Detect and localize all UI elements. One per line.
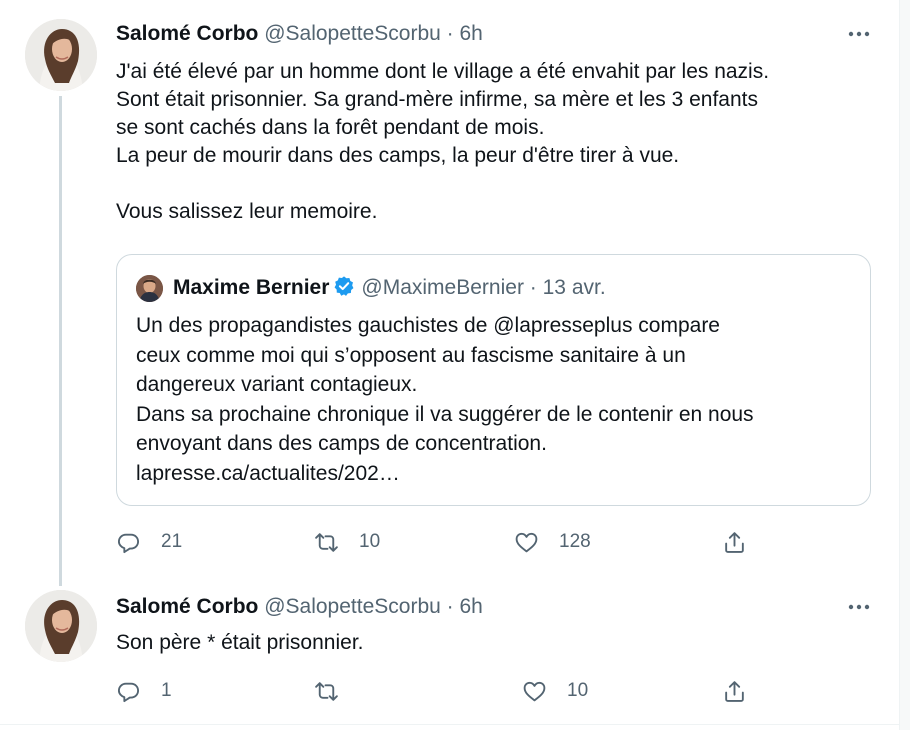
- tweet-text-line: Sont était prisonnier. Sa grand-mère inf…: [116, 88, 758, 111]
- reply-button[interactable]: 21: [116, 527, 182, 557]
- tweet-text-line: Son père * était prisonnier.: [116, 631, 364, 654]
- share-icon: [722, 679, 747, 704]
- tweet-text: Son père * était prisonnier.: [116, 629, 364, 657]
- timestamp[interactable]: 6h: [459, 595, 482, 618]
- timestamp[interactable]: 6h: [459, 22, 482, 45]
- thread-line: [59, 96, 62, 586]
- like-button[interactable]: 10: [522, 676, 588, 706]
- reply-icon: [116, 679, 141, 704]
- reply-count: 1: [161, 680, 172, 701]
- quote-author-name: Maxime Bernier: [173, 276, 330, 299]
- tweet-text: J'ai été élevé par un homme dont le vill…: [116, 58, 769, 226]
- tweet[interactable]: Salomé Corbo @SalopetteScorbu · 6h J'ai …: [0, 0, 900, 590]
- scrollbar-track[interactable]: [899, 0, 910, 730]
- quote-text-line: ceux comme moi qui s’opposent au fascism…: [136, 343, 686, 367]
- tweet-header: Salomé Corbo @SalopetteScorbu · 6h: [116, 20, 483, 48]
- tweet-actions: 21 10 128: [116, 527, 796, 557]
- quote-link[interactable]: lapresse.ca/actualites/202…: [136, 459, 754, 489]
- quote-author-handle: @MaximeBernier: [361, 276, 524, 299]
- like-button[interactable]: 128: [514, 527, 591, 557]
- separator-dot: ·: [446, 22, 454, 45]
- quote-header: Maxime Bernier @MaximeBernier · 13 avr.: [173, 272, 606, 304]
- tweet-text-line: se sont cachés dans la forêt pendant de …: [116, 116, 545, 139]
- tweet-text-line: J'ai été élevé par un homme dont le vill…: [116, 60, 770, 83]
- share-button[interactable]: [722, 527, 747, 557]
- tweet-actions: 1 10: [116, 676, 796, 706]
- reply-count: 21: [161, 531, 183, 552]
- reply-button[interactable]: 1: [116, 676, 172, 706]
- retweet-icon: [314, 530, 339, 555]
- quote-text-line: Dans sa prochaine chronique il va suggér…: [136, 402, 754, 426]
- reply-icon: [116, 530, 141, 555]
- tweet-text-line: Vous salissez leur memoire.: [116, 200, 378, 223]
- author-handle[interactable]: @SalopetteScorbu: [264, 22, 441, 45]
- separator-dot: ·: [529, 276, 537, 299]
- like-count: 128: [559, 531, 591, 552]
- more-horizontal-icon[interactable]: [846, 24, 872, 44]
- retweet-button[interactable]: [314, 676, 359, 706]
- separator-dot: ·: [446, 595, 454, 618]
- more-horizontal-icon[interactable]: [846, 597, 872, 617]
- tweet-text-line: [116, 170, 769, 198]
- tweet[interactable]: Salomé Corbo @SalopetteScorbu · 6h Son p…: [0, 590, 900, 720]
- quote-text-line: envoyant dans des camps de concentration…: [136, 432, 547, 455]
- quote-text: Un des propagandistes gauchistes de @lap…: [136, 311, 754, 488]
- avatar[interactable]: [25, 19, 97, 91]
- quote-date: 13 avr.: [542, 276, 606, 299]
- tweet-text-line: La peur de mourir dans des camps, la peu…: [116, 144, 680, 167]
- avatar[interactable]: [25, 590, 97, 662]
- quote-text-line: dangereux variant contagieux.: [136, 373, 418, 396]
- author-name[interactable]: Salomé Corbo: [116, 595, 258, 618]
- heart-icon: [514, 530, 539, 555]
- author-handle[interactable]: @SalopetteScorbu: [264, 595, 441, 618]
- retweet-button[interactable]: 10: [314, 527, 380, 557]
- like-count: 10: [567, 680, 589, 701]
- heart-icon: [522, 679, 547, 704]
- author-name[interactable]: Salomé Corbo: [116, 22, 258, 45]
- tweet-header: Salomé Corbo @SalopetteScorbu · 6h: [116, 593, 483, 621]
- quote-avatar: [136, 275, 163, 302]
- verified-badge-icon: [333, 275, 355, 297]
- share-icon: [722, 530, 747, 555]
- divider: [0, 724, 900, 725]
- retweet-count: 10: [359, 531, 381, 552]
- quote-text-line: Un des propagandistes gauchistes de @lap…: [136, 314, 720, 337]
- quoted-tweet[interactable]: Maxime Bernier @MaximeBernier · 13 avr. U…: [116, 254, 871, 506]
- retweet-icon: [314, 679, 339, 704]
- share-button[interactable]: [722, 676, 747, 706]
